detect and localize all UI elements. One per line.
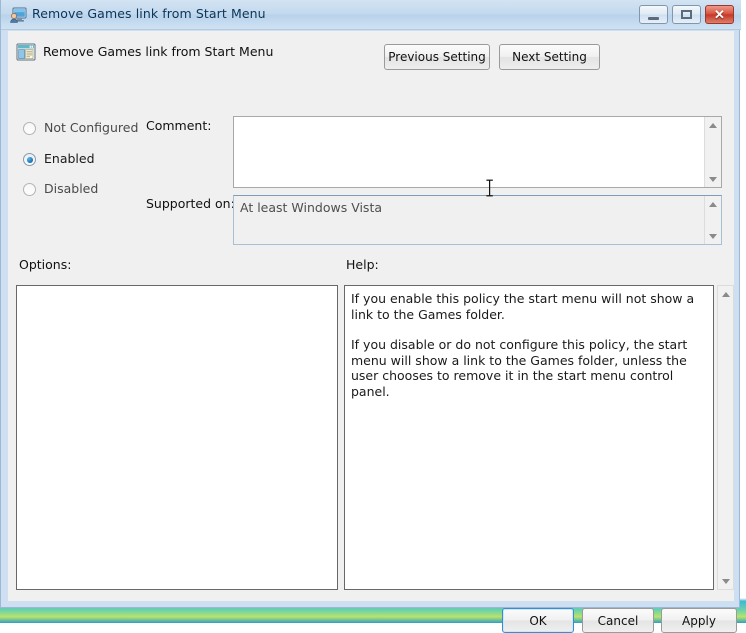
options-label: Options: xyxy=(19,257,72,272)
radio-disabled-label: Disabled xyxy=(44,181,99,196)
text-ibeam-cursor xyxy=(485,179,494,197)
help-scroll-down-icon[interactable] xyxy=(718,573,734,589)
maximize-button[interactable] xyxy=(672,5,701,24)
comment-scroll-up-icon[interactable] xyxy=(705,117,721,133)
help-panel[interactable]: If you enable this policy the start menu… xyxy=(344,285,714,590)
title-bar: Remove Games link from Start Menu ✕ xyxy=(1,0,741,30)
group-policy-monitor-icon xyxy=(10,7,27,23)
help-paragraph-1: If you enable this policy the start menu… xyxy=(351,291,695,322)
radio-enabled-label: Enabled xyxy=(44,151,95,166)
close-button[interactable]: ✕ xyxy=(705,5,734,24)
previous-setting-button[interactable]: Previous Setting xyxy=(384,44,490,70)
minimize-icon xyxy=(648,17,659,20)
supported-on-value: At least Windows Vista xyxy=(240,200,383,215)
policy-setting-title: Remove Games link from Start Menu xyxy=(43,44,274,59)
help-scroll-up-icon[interactable] xyxy=(718,286,734,302)
help-paragraph-2: If you disable or do not configure this … xyxy=(351,337,688,399)
comment-scrollbar[interactable] xyxy=(704,117,721,187)
help-label: Help: xyxy=(346,257,379,272)
policy-setting-window-icon xyxy=(16,43,36,61)
radio-enabled-mark xyxy=(23,153,36,166)
dialog-window: Remove Games link from Start Menu ✕ Remo… xyxy=(0,0,741,633)
comment-input[interactable] xyxy=(233,116,722,188)
ok-button[interactable]: OK xyxy=(502,608,574,633)
dialog-client-area: Remove Games link from Start Menu Previo… xyxy=(8,31,737,633)
radio-disabled-mark xyxy=(23,183,36,196)
supported-on-field[interactable]: At least Windows Vista xyxy=(233,195,722,245)
radio-not-configured-label: Not Configured xyxy=(44,120,139,135)
window-title: Remove Games link from Start Menu xyxy=(32,6,266,21)
comment-label: Comment: xyxy=(146,118,212,133)
help-scrollbar[interactable] xyxy=(717,285,734,590)
close-icon: ✕ xyxy=(714,7,725,22)
supported-on-scrollbar[interactable] xyxy=(704,196,721,244)
supported-on-scroll-down-icon[interactable] xyxy=(705,228,721,244)
maximize-icon xyxy=(681,10,692,19)
minimize-button[interactable] xyxy=(639,5,668,24)
cancel-button[interactable]: Cancel xyxy=(582,608,654,633)
supported-on-label: Supported on: xyxy=(146,196,235,211)
supported-on-scroll-up-icon[interactable] xyxy=(705,196,721,212)
apply-button[interactable]: Apply xyxy=(661,608,737,633)
comment-scroll-down-icon[interactable] xyxy=(705,171,721,187)
radio-not-configured-mark xyxy=(23,122,36,135)
options-panel[interactable] xyxy=(16,285,338,590)
next-setting-button[interactable]: Next Setting xyxy=(499,44,600,70)
